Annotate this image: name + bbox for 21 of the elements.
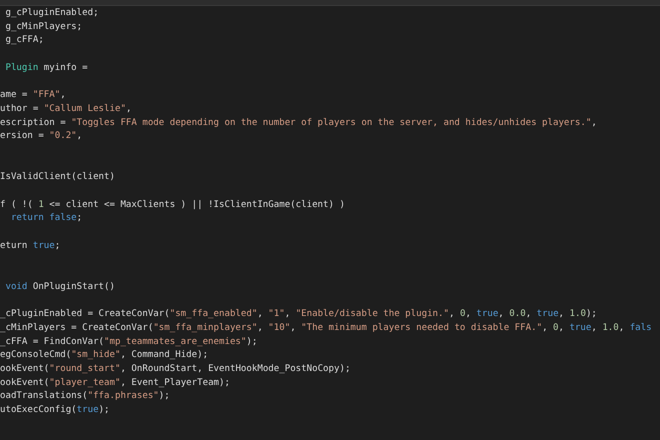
code-line: g_cFFA; <box>4 34 44 48</box>
code-line: escription = "Toggles FFA mode depending on the number of players on the server, and hides/unhides players.", <box>0 116 597 130</box>
code-line: egConsoleCmd("sm_hide", Command_Hide); <box>0 349 208 362</box>
code-line: return false; <box>10 212 82 226</box>
code-line: f ( !( 1 <= client <= MaxClients ) || !IsClientInGame(client) ) <box>0 198 345 212</box>
code-line: void OnPluginStart() <box>4 280 115 294</box>
code-line: ookEvent("player_team", Event_PlayerTeam); <box>0 376 230 390</box>
code-line: oadTranslations("ffa.phrases"); <box>0 390 170 404</box>
code-line: g_cMinPlayers; <box>4 20 82 34</box>
code-line: Plugin myinfo = <box>4 62 88 75</box>
code-line: ookEvent("round_start", OnRoundStart, EventHookMode_PostNoCopy); <box>0 362 350 376</box>
code-line: g_cPluginEnabled; <box>4 7 99 20</box>
code-line: eturn true; <box>0 240 60 253</box>
code-line: _cMinPlayers = CreateConVar("sm_ffa_minplayers", "10", "The minimum players needed to disable FFA.", 0, true, 1.0, fals <box>0 322 652 335</box>
code-line: uthor = "Callum Leslie", <box>0 102 132 116</box>
code-line: _cFFA = FindConVar("mp_teammates_are_enemies"); <box>0 336 258 348</box>
code-line: IsValidClient(client) <box>0 171 115 184</box>
code-line: utoExecConfig(true); <box>0 404 110 417</box>
code-line: ame = "FFA", <box>0 89 66 102</box>
code-line: ersion = "0.2", <box>0 130 82 144</box>
code-line: _cPluginEnabled = CreateConVar("sm_ffa_enabled", "1", "Enable/disable the plugin.", 0, true, 0.0, true, 1.0); <box>0 308 597 322</box>
